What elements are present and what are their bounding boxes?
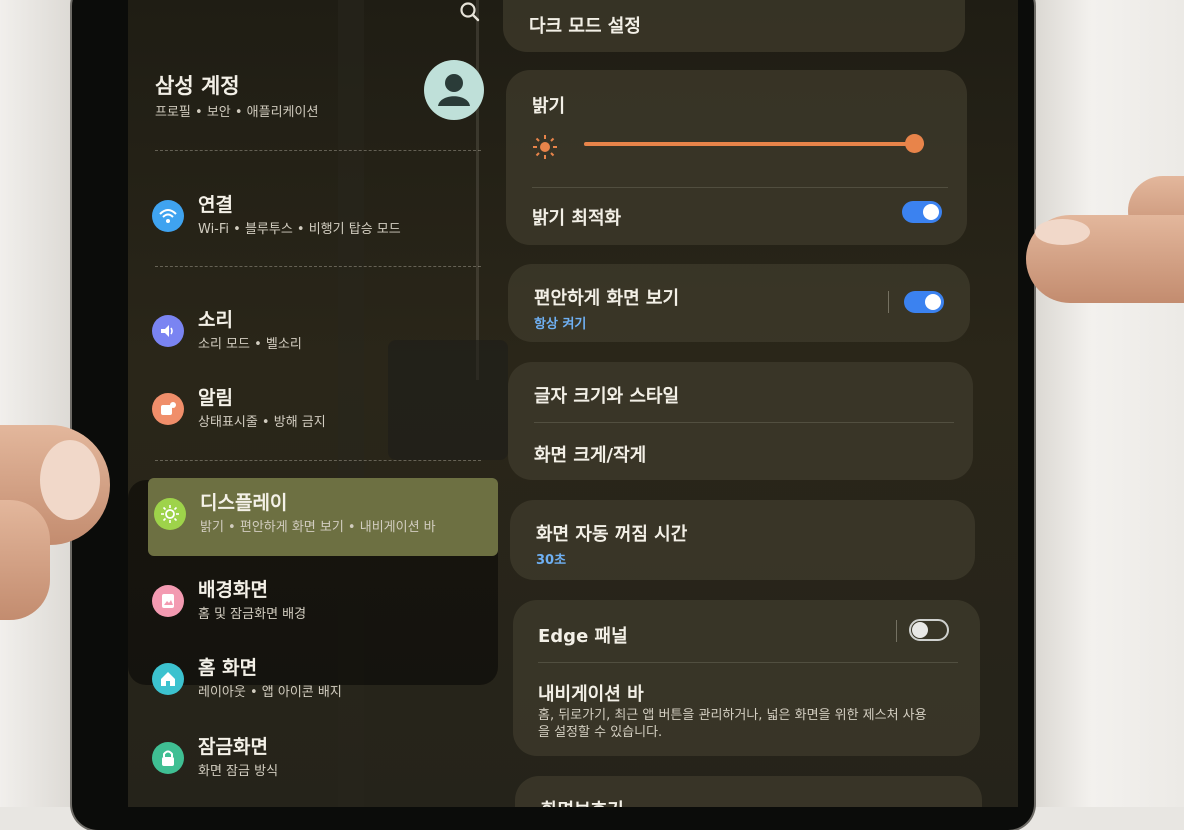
toggle-knob [923,204,939,220]
sidebar-item-sub: Wi-Fi • 블루투스 • 비행기 탑승 모드 [198,222,401,237]
notification-icon [152,393,184,425]
toggle-knob [912,622,928,638]
sidebar-item-label: 잠금화면 [198,736,268,758]
sun-icon [532,134,558,160]
eye-comfort-label: 편안하게 화면 보기 [534,288,680,309]
dark-mode-label: 다크 모드 설정 [529,16,641,37]
divider [534,422,954,423]
screen-timeout-card[interactable]: 화면 자동 꺼짐 시간 30초 [510,500,975,580]
screen-timeout-value: 30초 [536,553,567,568]
lock-icon [152,742,184,774]
home-icon [152,663,184,695]
adaptive-brightness-toggle[interactable] [902,201,942,223]
sidebar-item-sub: 상태표시줄 • 방해 금지 [198,415,326,430]
sidebar-item-label: 배경화면 [198,579,268,601]
nav-bar-description: 홈, 뒤로가기, 최근 앱 버튼을 관리하거나, 넓은 화면을 위한 제스처 사… [538,708,927,740]
sidebar-item-label: 소리 [198,309,233,331]
eye-comfort-toggle[interactable] [904,291,944,313]
edge-panels-label[interactable]: Edge 패널 [538,622,628,648]
right-finger-nail [1035,219,1090,245]
edge-panels-toggle[interactable] [909,619,949,641]
settings-screen: 삼성 계정 프로필 • 보안 • 애플리케이션 연결 Wi-Fi • 블루투스 … [128,0,1018,807]
screen-saver-label: 화면보호기 [541,796,624,807]
sidebar-item-label: 알림 [198,387,233,409]
divider [538,662,958,663]
background-left [0,0,75,807]
separator [896,620,897,642]
brightness-icon [154,498,186,530]
search-icon[interactable] [458,0,482,24]
sidebar-item-wallpaper[interactable]: 배경화면 홈 및 잠금화면 배경 [146,565,498,637]
dark-mode-card[interactable]: 다크 모드 설정 [503,0,965,52]
volume-icon [152,315,184,347]
sidebar-item-sub: 레이아웃 • 앱 아이콘 배지 [198,685,342,700]
eye-comfort-card[interactable]: 편안하게 화면 보기 항상 켜기 [508,264,970,342]
brightness-label: 밝기 [532,96,566,117]
sidebar-item-home-screen[interactable]: 홈 화면 레이아웃 • 앱 아이콘 배지 [146,643,498,715]
sidebar-item-connections[interactable]: 연결 Wi-Fi • 블루투스 • 비행기 탑승 모드 [146,180,498,252]
sidebar-item-display[interactable]: 디스플레이 밝기 • 편안하게 화면 보기 • 내비게이션 바 [148,478,498,556]
edge-nav-card: Edge 패널 내비게이션 바 홈, 뒤로가기, 최근 앱 버튼을 관리하거나,… [513,600,980,756]
wallpaper-icon [152,585,184,617]
sidebar-item-lock-screen[interactable]: 잠금화면 화면 잠금 방식 [146,722,498,794]
wifi-icon [152,200,184,232]
sidebar-item-label: 홈 화면 [198,657,258,679]
left-thumb-nail [40,440,100,520]
sidebar-item-sub: 소리 모드 • 벨소리 [198,337,302,352]
brightness-card: 밝기 밝기 최적화 [506,70,967,245]
slider-thumb[interactable] [905,134,924,153]
left-thumb-base [0,500,50,620]
account-subtitle: 프로필 • 보안 • 애플리케이션 [155,105,319,120]
divider [155,150,481,151]
separator [888,291,889,313]
nav-bar-label[interactable]: 내비게이션 바 [538,680,644,706]
sidebar-item-notifications[interactable]: 알림 상태표시줄 • 방해 금지 [146,373,498,445]
toggle-knob [925,294,941,310]
font-size-label[interactable]: 글자 크기와 스타일 [534,382,679,408]
sidebar-item-label: 연결 [198,194,233,216]
brightness-slider[interactable] [584,134,924,154]
sidebar-item-sub: 밝기 • 편안하게 화면 보기 • 내비게이션 바 [200,520,436,535]
eye-comfort-status: 항상 켜기 [534,317,587,332]
slider-fill [584,142,924,146]
avatar[interactable] [424,60,484,120]
screen-zoom-label[interactable]: 화면 크게/작게 [534,441,646,467]
sidebar-item-sub: 화면 잠금 방식 [198,764,279,779]
font-zoom-card: 글자 크기와 스타일 화면 크게/작게 [508,362,973,480]
sidebar-item-label: 디스플레이 [200,492,288,514]
sidebar-item-sub: 홈 및 잠금화면 배경 [198,607,307,622]
divider [155,460,481,461]
screen-saver-card[interactable]: 화면보호기 [515,776,982,807]
sidebar-item-sounds[interactable]: 소리 소리 모드 • 벨소리 [146,295,498,367]
adaptive-brightness-label: 밝기 최적화 [532,208,622,229]
account-title: 삼성 계정 [155,74,240,98]
divider [532,187,948,188]
divider [155,266,481,267]
screen-timeout-label: 화면 자동 꺼짐 시간 [536,524,688,545]
background-right [1030,0,1184,807]
